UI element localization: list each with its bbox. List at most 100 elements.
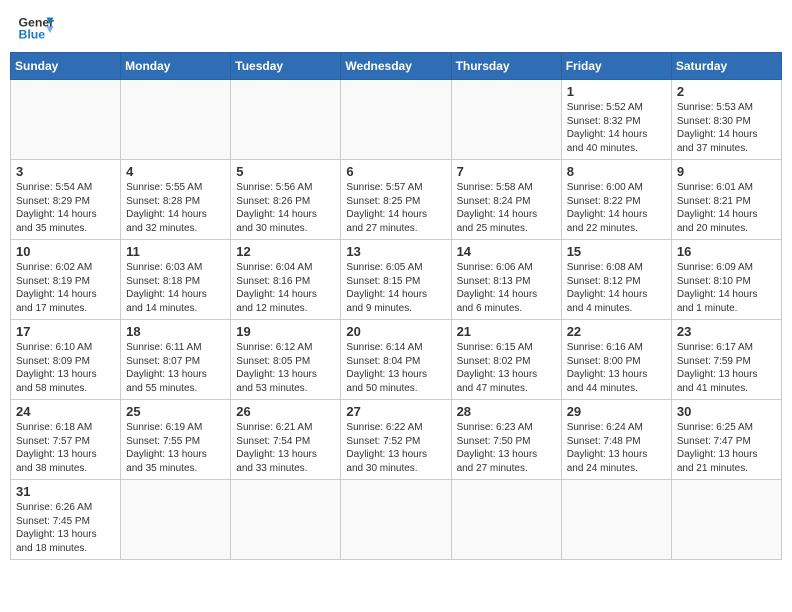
calendar-week-row: 24 Sunrise: 6:18 AM Sunset: 7:57 PM Dayli… bbox=[11, 400, 782, 480]
calendar-day-cell: 16 Sunrise: 6:09 AM Sunset: 8:10 PM Dayli… bbox=[671, 240, 781, 320]
calendar-day-cell bbox=[341, 480, 451, 560]
day-info: Sunrise: 6:19 AM Sunset: 7:55 PM Dayligh… bbox=[126, 421, 225, 475]
day-number: 30 bbox=[677, 404, 776, 419]
day-number: 3 bbox=[16, 164, 115, 179]
day-info: Sunrise: 5:58 AM Sunset: 8:24 PM Dayligh… bbox=[457, 181, 556, 235]
calendar-day-cell: 17 Sunrise: 6:10 AM Sunset: 8:09 PM Dayli… bbox=[11, 320, 121, 400]
calendar-day-cell bbox=[121, 80, 231, 160]
day-number: 11 bbox=[126, 244, 225, 259]
day-number: 21 bbox=[457, 324, 556, 339]
day-number: 29 bbox=[567, 404, 666, 419]
day-info: Sunrise: 6:21 AM Sunset: 7:54 PM Dayligh… bbox=[236, 421, 335, 475]
day-of-week-header: Monday bbox=[121, 53, 231, 80]
calendar-day-cell: 4Sunrise: 5:55 AM Sunset: 8:28 PM Daylig… bbox=[121, 160, 231, 240]
day-info: Sunrise: 6:26 AM Sunset: 7:45 PM Dayligh… bbox=[16, 501, 115, 555]
calendar-day-cell: 22 Sunrise: 6:16 AM Sunset: 8:00 PM Dayli… bbox=[561, 320, 671, 400]
day-number: 12 bbox=[236, 244, 335, 259]
day-number: 18 bbox=[126, 324, 225, 339]
day-info: Sunrise: 6:22 AM Sunset: 7:52 PM Dayligh… bbox=[346, 421, 445, 475]
day-info: Sunrise: 6:23 AM Sunset: 7:50 PM Dayligh… bbox=[457, 421, 556, 475]
day-info: Sunrise: 5:55 AM Sunset: 8:28 PM Dayligh… bbox=[126, 181, 225, 235]
day-of-week-header: Thursday bbox=[451, 53, 561, 80]
calendar-day-cell: 21 Sunrise: 6:15 AM Sunset: 8:02 PM Dayli… bbox=[451, 320, 561, 400]
day-number: 22 bbox=[567, 324, 666, 339]
day-info: Sunrise: 6:00 AM Sunset: 8:22 PM Dayligh… bbox=[567, 181, 666, 235]
calendar-day-cell: 27 Sunrise: 6:22 AM Sunset: 7:52 PM Dayli… bbox=[341, 400, 451, 480]
day-info: Sunrise: 6:10 AM Sunset: 8:09 PM Dayligh… bbox=[16, 341, 115, 395]
calendar-day-cell bbox=[341, 80, 451, 160]
calendar-day-cell: 15Sunrise: 6:08 AM Sunset: 8:12 PM Dayli… bbox=[561, 240, 671, 320]
calendar-day-cell bbox=[121, 480, 231, 560]
day-info: Sunrise: 6:14 AM Sunset: 8:04 PM Dayligh… bbox=[346, 341, 445, 395]
day-info: Sunrise: 6:16 AM Sunset: 8:00 PM Dayligh… bbox=[567, 341, 666, 395]
calendar-day-cell: 5Sunrise: 5:56 AM Sunset: 8:26 PM Daylig… bbox=[231, 160, 341, 240]
calendar-day-cell bbox=[231, 480, 341, 560]
day-number: 7 bbox=[457, 164, 556, 179]
calendar-day-cell: 11 Sunrise: 6:03 AM Sunset: 8:18 PM Dayli… bbox=[121, 240, 231, 320]
day-number: 8 bbox=[567, 164, 666, 179]
day-number: 26 bbox=[236, 404, 335, 419]
calendar-week-row: 31 Sunrise: 6:26 AM Sunset: 7:45 PM Dayli… bbox=[11, 480, 782, 560]
day-number: 13 bbox=[346, 244, 445, 259]
calendar-day-cell: 13 Sunrise: 6:05 AM Sunset: 8:15 PM Dayli… bbox=[341, 240, 451, 320]
day-info: Sunrise: 6:02 AM Sunset: 8:19 PM Dayligh… bbox=[16, 261, 115, 315]
day-number: 6 bbox=[346, 164, 445, 179]
calendar-day-cell: 9 Sunrise: 6:01 AM Sunset: 8:21 PM Daylig… bbox=[671, 160, 781, 240]
day-info: Sunrise: 6:15 AM Sunset: 8:02 PM Dayligh… bbox=[457, 341, 556, 395]
day-number: 27 bbox=[346, 404, 445, 419]
calendar-day-cell: 10 Sunrise: 6:02 AM Sunset: 8:19 PM Dayli… bbox=[11, 240, 121, 320]
calendar-day-cell: 1Sunrise: 5:52 AM Sunset: 8:32 PM Daylig… bbox=[561, 80, 671, 160]
calendar-week-row: 10 Sunrise: 6:02 AM Sunset: 8:19 PM Dayli… bbox=[11, 240, 782, 320]
day-number: 28 bbox=[457, 404, 556, 419]
day-info: Sunrise: 5:57 AM Sunset: 8:25 PM Dayligh… bbox=[346, 181, 445, 235]
header: General Blue bbox=[10, 10, 782, 46]
day-info: Sunrise: 6:18 AM Sunset: 7:57 PM Dayligh… bbox=[16, 421, 115, 475]
calendar-day-cell: 7 Sunrise: 5:58 AM Sunset: 8:24 PM Daylig… bbox=[451, 160, 561, 240]
day-number: 19 bbox=[236, 324, 335, 339]
day-number: 16 bbox=[677, 244, 776, 259]
day-number: 9 bbox=[677, 164, 776, 179]
day-of-week-header: Tuesday bbox=[231, 53, 341, 80]
calendar-week-row: 3 Sunrise: 5:54 AM Sunset: 8:29 PM Daylig… bbox=[11, 160, 782, 240]
calendar-day-cell: 24 Sunrise: 6:18 AM Sunset: 7:57 PM Dayli… bbox=[11, 400, 121, 480]
day-info: Sunrise: 6:01 AM Sunset: 8:21 PM Dayligh… bbox=[677, 181, 776, 235]
calendar-day-cell: 28 Sunrise: 6:23 AM Sunset: 7:50 PM Dayli… bbox=[451, 400, 561, 480]
calendar-day-cell: 20 Sunrise: 6:14 AM Sunset: 8:04 PM Dayli… bbox=[341, 320, 451, 400]
day-info: Sunrise: 6:08 AM Sunset: 8:12 PM Dayligh… bbox=[567, 261, 666, 315]
day-number: 31 bbox=[16, 484, 115, 499]
day-number: 2 bbox=[677, 84, 776, 99]
calendar-day-cell: 26 Sunrise: 6:21 AM Sunset: 7:54 PM Dayli… bbox=[231, 400, 341, 480]
day-of-week-header: Sunday bbox=[11, 53, 121, 80]
day-number: 10 bbox=[16, 244, 115, 259]
day-info: Sunrise: 6:06 AM Sunset: 8:13 PM Dayligh… bbox=[457, 261, 556, 315]
day-info: Sunrise: 5:54 AM Sunset: 8:29 PM Dayligh… bbox=[16, 181, 115, 235]
calendar-week-row: 1Sunrise: 5:52 AM Sunset: 8:32 PM Daylig… bbox=[11, 80, 782, 160]
day-of-week-header: Saturday bbox=[671, 53, 781, 80]
day-info: Sunrise: 5:56 AM Sunset: 8:26 PM Dayligh… bbox=[236, 181, 335, 235]
day-number: 17 bbox=[16, 324, 115, 339]
calendar-day-cell: 6 Sunrise: 5:57 AM Sunset: 8:25 PM Daylig… bbox=[341, 160, 451, 240]
day-info: Sunrise: 6:17 AM Sunset: 7:59 PM Dayligh… bbox=[677, 341, 776, 395]
day-info: Sunrise: 5:53 AM Sunset: 8:30 PM Dayligh… bbox=[677, 101, 776, 155]
calendar-day-cell: 3 Sunrise: 5:54 AM Sunset: 8:29 PM Daylig… bbox=[11, 160, 121, 240]
logo: General Blue bbox=[18, 14, 54, 42]
calendar-day-cell: 18Sunrise: 6:11 AM Sunset: 8:07 PM Dayli… bbox=[121, 320, 231, 400]
day-number: 20 bbox=[346, 324, 445, 339]
day-info: Sunrise: 6:03 AM Sunset: 8:18 PM Dayligh… bbox=[126, 261, 225, 315]
day-info: Sunrise: 6:09 AM Sunset: 8:10 PM Dayligh… bbox=[677, 261, 776, 315]
day-number: 1 bbox=[567, 84, 666, 99]
calendar-week-row: 17 Sunrise: 6:10 AM Sunset: 8:09 PM Dayli… bbox=[11, 320, 782, 400]
day-info: Sunrise: 6:05 AM Sunset: 8:15 PM Dayligh… bbox=[346, 261, 445, 315]
day-info: Sunrise: 6:04 AM Sunset: 8:16 PM Dayligh… bbox=[236, 261, 335, 315]
day-number: 24 bbox=[16, 404, 115, 419]
day-number: 14 bbox=[457, 244, 556, 259]
calendar-day-cell: 31 Sunrise: 6:26 AM Sunset: 7:45 PM Dayli… bbox=[11, 480, 121, 560]
calendar-day-cell: 19 Sunrise: 6:12 AM Sunset: 8:05 PM Dayli… bbox=[231, 320, 341, 400]
calendar-day-cell: 25Sunrise: 6:19 AM Sunset: 7:55 PM Dayli… bbox=[121, 400, 231, 480]
logo-icon: General Blue bbox=[18, 14, 54, 42]
calendar-header-row: SundayMondayTuesdayWednesdayThursdayFrid… bbox=[11, 53, 782, 80]
day-of-week-header: Wednesday bbox=[341, 53, 451, 80]
calendar-body: 1Sunrise: 5:52 AM Sunset: 8:32 PM Daylig… bbox=[11, 80, 782, 560]
day-number: 23 bbox=[677, 324, 776, 339]
day-info: Sunrise: 6:12 AM Sunset: 8:05 PM Dayligh… bbox=[236, 341, 335, 395]
